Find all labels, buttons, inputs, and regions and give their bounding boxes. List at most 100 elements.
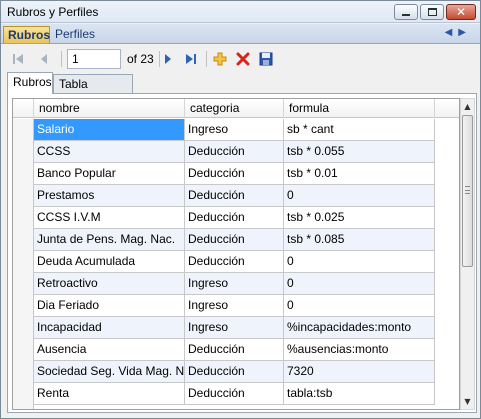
cell-nombre[interactable]: Sociedad Seg. Vida Mag. N... bbox=[34, 361, 185, 383]
table-row[interactable]: Deuda Acumulada Deducción 0 bbox=[13, 251, 459, 273]
cell-nombre[interactable]: CCSS bbox=[34, 141, 185, 163]
add-button[interactable] bbox=[211, 50, 229, 68]
cell-formula[interactable]: 0 bbox=[284, 295, 435, 317]
cell-categoria[interactable]: Deducción bbox=[185, 251, 284, 273]
table-row[interactable]: Renta Deducción tabla:tsb bbox=[13, 383, 459, 405]
grip-icon bbox=[465, 186, 470, 194]
column-header-formula[interactable]: formula bbox=[284, 99, 435, 118]
cell-nombre[interactable]: CCSS I.V.M bbox=[34, 207, 185, 229]
cell-nombre[interactable]: Deuda Acumulada bbox=[34, 251, 185, 273]
cell-formula[interactable]: tsb * 0.01 bbox=[284, 163, 435, 185]
table-row[interactable]: Prestamos Deducción 0 bbox=[13, 185, 459, 207]
rubros-grid[interactable]: nombre categoria formula Salario Ingreso s… bbox=[12, 98, 460, 410]
cell-nombre[interactable]: Junta de Pens. Mag. Nac. bbox=[34, 229, 185, 251]
column-header-nombre[interactable]: nombre bbox=[34, 99, 185, 118]
cell-formula[interactable]: %ausencias:monto bbox=[284, 339, 435, 361]
cell-categoria[interactable]: Deducción bbox=[185, 229, 284, 251]
cell-formula[interactable]: sb * cant bbox=[284, 119, 435, 141]
cell-formula[interactable]: 0 bbox=[284, 251, 435, 273]
cell-nombre[interactable]: Ausencia bbox=[34, 339, 185, 361]
window-title: Rubros y Perfiles bbox=[7, 5, 99, 19]
save-button[interactable] bbox=[257, 50, 275, 68]
cell-formula[interactable]: 0 bbox=[284, 273, 435, 295]
cell-nombre[interactable]: Salario bbox=[34, 119, 185, 141]
scroll-up-icon[interactable]: ▲ bbox=[461, 99, 474, 114]
tab-rubros-grid[interactable]: Rubros bbox=[7, 72, 53, 94]
cell-nombre[interactable]: Banco Popular bbox=[34, 163, 185, 185]
cell-categoria[interactable]: Deducción bbox=[185, 141, 284, 163]
rubros-panel: nombre categoria formula Salario Ingreso s… bbox=[7, 93, 477, 413]
tab-scroll-left-icon[interactable]: ◀ bbox=[445, 27, 459, 38]
cell-nombre[interactable]: Dia Feriado bbox=[34, 295, 185, 317]
table-row[interactable]: Sociedad Seg. Vida Mag. N... Deducción 732… bbox=[13, 361, 459, 383]
tab-perfiles[interactable]: Perfiles bbox=[51, 26, 95, 43]
cell-formula[interactable]: tsb * 0.055 bbox=[284, 141, 435, 163]
count-label: of 23 bbox=[127, 52, 154, 66]
table-row[interactable]: CCSS Deducción tsb * 0.055 bbox=[13, 141, 459, 163]
grid-header: nombre categoria formula bbox=[13, 99, 459, 118]
cell-nombre[interactable]: Incapacidad bbox=[34, 317, 185, 339]
cell-categoria[interactable]: Deducción bbox=[185, 361, 284, 383]
binding-navigator: of 23 bbox=[7, 48, 477, 70]
table-row[interactable]: Banco Popular Deducción tsb * 0.01 bbox=[13, 163, 459, 185]
table-row[interactable]: CCSS I.V.M Deducción tsb * 0.025 bbox=[13, 207, 459, 229]
tab-rubros[interactable]: Rubros bbox=[3, 26, 50, 43]
cell-categoria[interactable]: Ingreso bbox=[185, 295, 284, 317]
tab-scroll-arrows[interactable]: ◀▶ bbox=[445, 27, 472, 38]
position-input[interactable] bbox=[67, 49, 121, 69]
close-button[interactable]: ✕ bbox=[446, 4, 476, 20]
first-record-button[interactable] bbox=[9, 50, 27, 68]
add-icon bbox=[213, 52, 227, 66]
cell-categoria[interactable]: Deducción bbox=[185, 163, 284, 185]
cell-categoria[interactable]: Deducción bbox=[185, 185, 284, 207]
next-record-button[interactable] bbox=[159, 50, 177, 68]
scroll-thumb[interactable] bbox=[462, 115, 473, 267]
scroll-down-icon[interactable]: ▼ bbox=[461, 394, 474, 409]
toolbar-separator bbox=[61, 51, 62, 67]
toolbar-separator bbox=[206, 51, 207, 67]
close-icon: ✕ bbox=[455, 5, 467, 19]
table-row[interactable]: Junta de Pens. Mag. Nac. Deducción tsb * 0… bbox=[13, 229, 459, 251]
table-row[interactable]: Incapacidad Ingreso %incapacidades:monto bbox=[13, 317, 459, 339]
title-bar[interactable]: Rubros y Perfiles ✕ bbox=[1, 1, 480, 23]
delete-button[interactable] bbox=[234, 50, 252, 68]
last-record-button[interactable] bbox=[182, 50, 200, 68]
maximize-button[interactable] bbox=[420, 4, 444, 20]
minimize-icon bbox=[402, 14, 410, 16]
cell-categoria[interactable]: Deducción bbox=[185, 339, 284, 361]
cell-categoria[interactable]: Ingreso bbox=[185, 273, 284, 295]
table-row[interactable]: Retroactivo Ingreso 0 bbox=[13, 273, 459, 295]
cell-categoria[interactable]: Deducción bbox=[185, 383, 284, 405]
cell-nombre[interactable]: Renta bbox=[34, 383, 185, 405]
table-row[interactable]: Ausencia Deducción %ausencias:monto bbox=[13, 339, 459, 361]
row-header-corner[interactable] bbox=[13, 99, 34, 118]
cell-formula[interactable]: %incapacidades:monto bbox=[284, 317, 435, 339]
tab-tabla-valores[interactable]: Tabla Valores bbox=[53, 74, 133, 105]
save-icon bbox=[259, 52, 273, 66]
table-row[interactable]: Salario Ingreso sb * cant bbox=[13, 119, 459, 141]
maximize-icon bbox=[427, 8, 437, 16]
main-window: Rubros y Perfiles ✕ Rubros Perfiles ◀▶ o… bbox=[0, 0, 481, 419]
cell-formula[interactable]: 0 bbox=[284, 185, 435, 207]
tab-scroll-right-icon[interactable]: ▶ bbox=[458, 27, 472, 38]
cell-categoria[interactable]: Deducción bbox=[185, 207, 284, 229]
cell-formula[interactable]: tsb * 0.085 bbox=[284, 229, 435, 251]
next-record-icon bbox=[165, 54, 171, 64]
cell-categoria[interactable]: Ingreso bbox=[185, 317, 284, 339]
cell-formula[interactable]: tsb * 0.025 bbox=[284, 207, 435, 229]
last-record-icon bbox=[186, 54, 196, 64]
cell-categoria[interactable]: Ingreso bbox=[185, 119, 284, 141]
prev-record-button[interactable] bbox=[35, 50, 53, 68]
vertical-scrollbar[interactable]: ▲ ▼ bbox=[460, 98, 475, 410]
cell-formula[interactable]: tabla:tsb bbox=[284, 383, 435, 405]
cell-formula[interactable]: 7320 bbox=[284, 361, 435, 383]
delete-icon bbox=[236, 52, 250, 66]
prev-record-icon bbox=[41, 54, 47, 64]
column-header-categoria[interactable]: categoria bbox=[185, 99, 284, 118]
cell-nombre[interactable]: Prestamos bbox=[34, 185, 185, 207]
cell-nombre[interactable]: Retroactivo bbox=[34, 273, 185, 295]
inner-tab-strip: Rubros Tabla Valores bbox=[7, 72, 477, 105]
minimize-button[interactable] bbox=[394, 4, 418, 20]
table-row[interactable]: Dia Feriado Ingreso 0 bbox=[13, 295, 459, 317]
first-record-icon bbox=[13, 54, 23, 64]
